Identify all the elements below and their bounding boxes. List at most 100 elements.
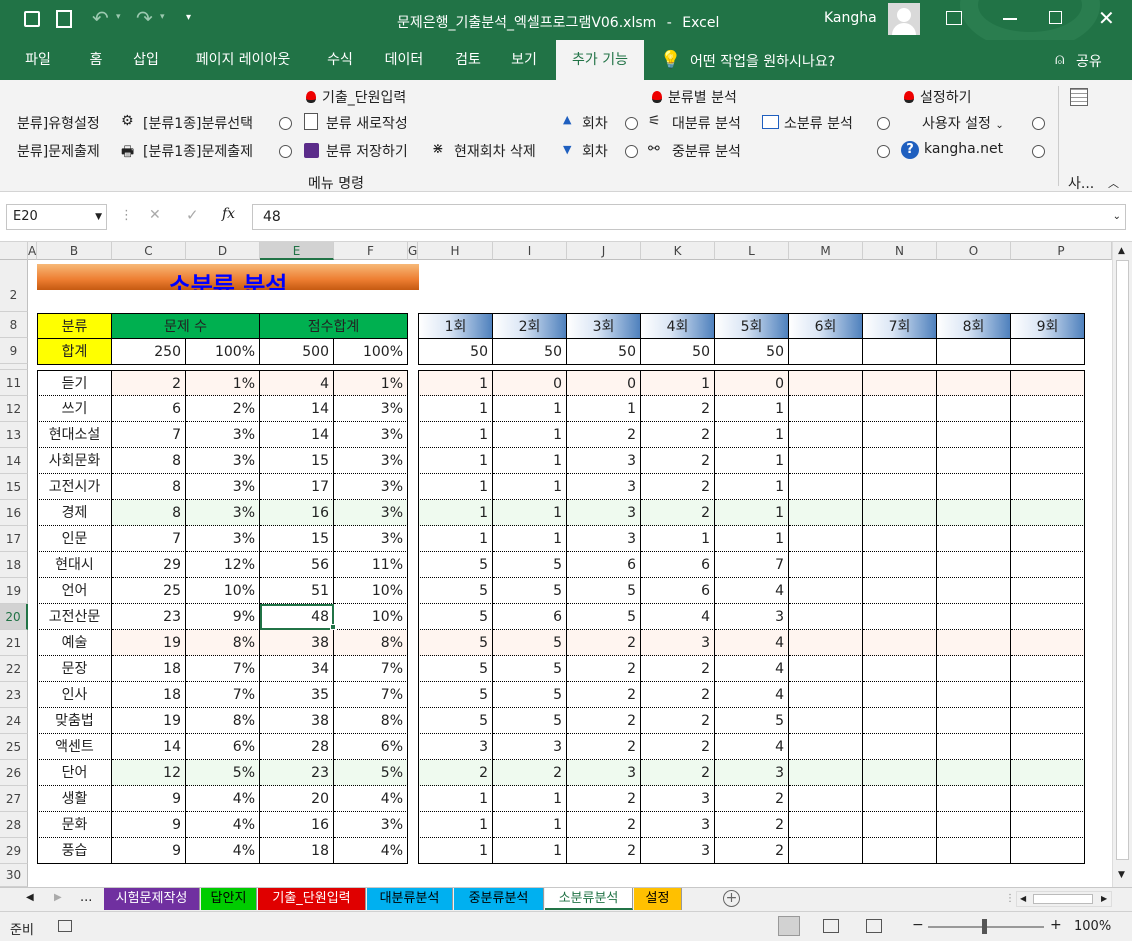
sheet-tab[interactable]: 기출_단원입력 [258, 888, 366, 910]
round-header[interactable]: 2회 [493, 313, 567, 339]
category-value[interactable]: 7% [334, 656, 408, 682]
sheet-tab[interactable]: 대분류분석 [367, 888, 453, 910]
round-value[interactable] [863, 552, 937, 578]
sheet-tab[interactable]: 시험문제작성 [104, 888, 200, 910]
category-value[interactable]: 6% [186, 734, 260, 760]
user-settings-dropdown[interactable]: 사용자 설정 ⌄ [922, 113, 1004, 133]
tab-data[interactable]: 데이터 [374, 40, 434, 80]
total-label[interactable]: 합계 [37, 339, 112, 365]
sheet-tab[interactable]: 중분류분석 [454, 888, 544, 910]
round-value[interactable] [789, 760, 863, 786]
website-link[interactable]: kangha.net [924, 141, 1003, 157]
round-value[interactable] [789, 552, 863, 578]
category-value[interactable]: 34 [260, 656, 334, 682]
collapse-ribbon-icon[interactable]: ︿ [1108, 175, 1119, 191]
round-value[interactable] [863, 734, 937, 760]
tab-file[interactable]: 파일 [12, 40, 64, 80]
row-header-8[interactable]: 8 [0, 312, 28, 338]
delete-round-button[interactable]: 현재회차 삭제 [454, 141, 536, 161]
sheet-tab[interactable]: 답안지 [201, 888, 257, 910]
select-all-corner[interactable] [0, 242, 28, 260]
category-name[interactable]: 현대시 [37, 552, 112, 578]
round-value[interactable]: 2 [567, 838, 641, 864]
round-value[interactable]: 1 [418, 448, 493, 474]
mid-category-analysis-button[interactable]: 중분류 분석 [672, 141, 741, 161]
round-value[interactable]: 5 [493, 708, 567, 734]
category-question-button[interactable]: 분류]문제출제 [17, 141, 100, 161]
category-value[interactable]: 3% [334, 396, 408, 422]
round-value[interactable] [789, 812, 863, 838]
round-value[interactable]: 2 [715, 812, 789, 838]
round-value[interactable] [937, 552, 1011, 578]
round-value[interactable]: 5 [567, 578, 641, 604]
round-value[interactable]: 2 [567, 708, 641, 734]
round-value[interactable] [789, 734, 863, 760]
round-value[interactable] [1011, 656, 1085, 682]
category-value[interactable]: 8 [112, 500, 186, 526]
round-value[interactable]: 5 [493, 682, 567, 708]
round-value[interactable]: 4 [715, 682, 789, 708]
row-header-19[interactable]: 19 [0, 578, 28, 604]
round-value[interactable]: 0 [567, 370, 641, 396]
round-total[interactable]: 50 [715, 339, 789, 365]
category-value[interactable]: 35 [260, 682, 334, 708]
undo-icon[interactable]: ↶ [92, 6, 109, 30]
category-value[interactable]: 18 [112, 656, 186, 682]
formula-input[interactable]: 48 ⌄ [252, 204, 1126, 230]
round-value[interactable] [937, 422, 1011, 448]
round-value[interactable] [937, 396, 1011, 422]
round-value[interactable] [1011, 578, 1085, 604]
round-value[interactable]: 1 [493, 838, 567, 864]
round-header[interactable]: 3회 [567, 313, 641, 339]
category-name[interactable]: 예술 [37, 630, 112, 656]
round-total[interactable]: 50 [641, 339, 715, 365]
round-value[interactable]: 1 [715, 396, 789, 422]
category-value[interactable]: 8% [186, 630, 260, 656]
row-header-27[interactable]: 27 [0, 786, 28, 812]
round-value[interactable]: 5 [418, 656, 493, 682]
round-value[interactable] [789, 396, 863, 422]
new-category-button[interactable]: 분류 새로작성 [326, 113, 408, 133]
round-header[interactable]: 7회 [863, 313, 937, 339]
category-value[interactable]: 3% [186, 448, 260, 474]
category-value[interactable]: 3% [334, 812, 408, 838]
category-name[interactable]: 문장 [37, 656, 112, 682]
round-total[interactable] [863, 339, 937, 365]
round-value[interactable]: 2 [641, 474, 715, 500]
round-up-button[interactable]: 회차 [582, 113, 608, 133]
round-value[interactable] [789, 474, 863, 500]
category-name[interactable]: 문화 [37, 812, 112, 838]
category-value[interactable]: 16 [260, 500, 334, 526]
round-value[interactable] [937, 786, 1011, 812]
round-value[interactable]: 1 [493, 396, 567, 422]
round-value[interactable]: 4 [715, 734, 789, 760]
big-category-analysis-button[interactable]: 대분류 분석 [672, 113, 741, 133]
tab-add-ins[interactable]: 추가 기능 [556, 40, 644, 80]
cancel-icon[interactable]: ✕ [149, 207, 161, 223]
round-value[interactable] [937, 474, 1011, 500]
category-name[interactable]: 경제 [37, 500, 112, 526]
round-value[interactable]: 5 [493, 630, 567, 656]
category-name[interactable]: 인사 [37, 682, 112, 708]
round-value[interactable] [1011, 500, 1085, 526]
round-value[interactable]: 2 [567, 682, 641, 708]
column-header-E[interactable]: E [260, 242, 334, 260]
round-value[interactable]: 1 [715, 474, 789, 500]
category-name[interactable]: 고전산문 [37, 604, 112, 630]
round-value[interactable] [937, 734, 1011, 760]
round-value[interactable]: 1 [493, 422, 567, 448]
category-value[interactable]: 1% [334, 370, 408, 396]
round-value[interactable]: 5 [493, 656, 567, 682]
page-layout-view-icon[interactable] [823, 919, 839, 933]
redo-icon[interactable]: ↷ [136, 6, 153, 30]
sheet-tab[interactable]: 설정 [634, 888, 682, 910]
round-value[interactable]: 3 [715, 760, 789, 786]
round-value[interactable]: 1 [418, 370, 493, 396]
round-value[interactable] [1011, 838, 1085, 864]
category-value[interactable]: 15 [260, 526, 334, 552]
chevron-down-icon[interactable]: ▼ [95, 205, 102, 229]
category-value[interactable]: 12% [186, 552, 260, 578]
category-question-output-button[interactable]: [분류1종]문제출제 [143, 141, 253, 161]
category-value[interactable]: 3% [334, 526, 408, 552]
round-value[interactable]: 6 [567, 552, 641, 578]
